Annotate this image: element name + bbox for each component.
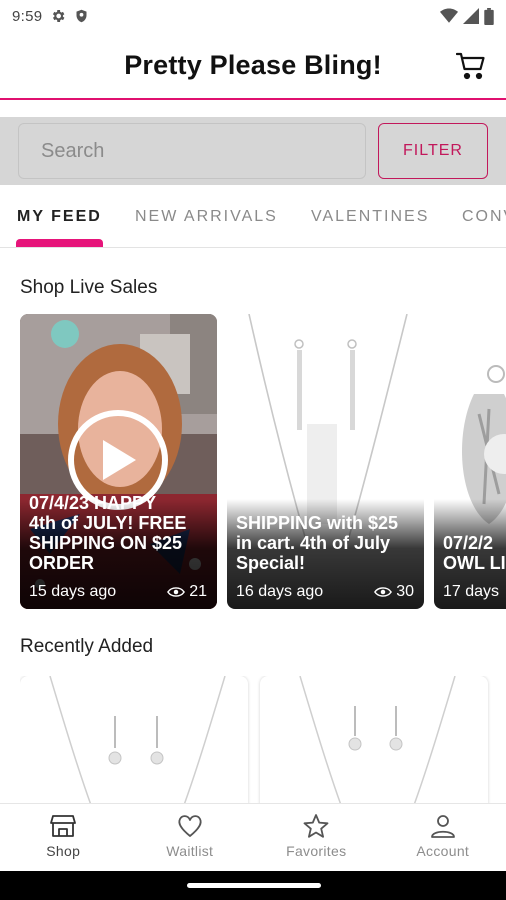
live-sale-card[interactable]: 07/2/2 OWL LI 17 days bbox=[434, 314, 506, 609]
product-image bbox=[299, 676, 456, 806]
view-count-value: 21 bbox=[189, 583, 207, 600]
search-input[interactable] bbox=[18, 123, 366, 179]
battery-icon bbox=[484, 7, 494, 25]
view-count: 30 bbox=[374, 583, 414, 601]
feed-tabs: MY FEED NEW ARRIVALS VALENTINES CONV bbox=[0, 186, 506, 248]
live-sales-carousel[interactable]: 07/4/23 HAPPY 4th of JULY! FREE SHIPPING… bbox=[20, 314, 506, 610]
live-sale-card[interactable]: 07/4/23 HAPPY 4th of JULY! FREE SHIPPING… bbox=[20, 314, 217, 609]
cart-button[interactable] bbox=[454, 50, 488, 82]
view-count-value: 30 bbox=[396, 583, 414, 600]
cellular-signal-icon bbox=[463, 8, 479, 24]
active-tab-indicator bbox=[16, 239, 103, 247]
product-card[interactable] bbox=[20, 676, 248, 806]
live-sale-age: 16 days ago bbox=[236, 583, 324, 600]
heart-icon bbox=[178, 815, 202, 837]
nav-account[interactable]: Account bbox=[380, 804, 506, 871]
nav-shop-label: Shop bbox=[46, 843, 81, 859]
play-icon bbox=[103, 440, 136, 480]
star-icon bbox=[303, 814, 329, 838]
nav-favorites[interactable]: Favorites bbox=[253, 804, 380, 871]
section-heading-recently-added: Recently Added bbox=[20, 636, 154, 657]
section-heading-live-sales: Shop Live Sales bbox=[20, 277, 158, 298]
live-sale-age: 15 days ago bbox=[29, 583, 117, 600]
tab-valentines[interactable]: VALENTINES bbox=[311, 208, 429, 226]
live-sale-age: 17 days bbox=[443, 583, 500, 600]
bottom-navigation: Shop Waitlist Favorites Account bbox=[0, 803, 506, 871]
status-time: 9:59 bbox=[12, 7, 43, 25]
tab-new-arrivals[interactable]: NEW ARRIVALS bbox=[135, 208, 278, 226]
eye-icon bbox=[167, 587, 186, 597]
nav-favorites-label: Favorites bbox=[286, 843, 347, 859]
nav-waitlist[interactable]: Waitlist bbox=[127, 804, 254, 871]
recently-added-carousel[interactable] bbox=[20, 676, 506, 806]
shield-icon bbox=[76, 9, 87, 23]
tab-my-feed[interactable]: MY FEED bbox=[17, 208, 102, 226]
page-title: Pretty Please Bling! bbox=[124, 49, 382, 80]
nav-shop[interactable]: Shop bbox=[0, 804, 127, 871]
gear-icon bbox=[53, 10, 65, 22]
system-navigation-bar bbox=[0, 871, 506, 900]
live-sale-title: 07/2/2 OWL LI bbox=[443, 533, 506, 573]
live-sale-title: 07/4/23 HAPPY 4th of JULY! FREE SHIPPING… bbox=[29, 493, 187, 573]
cart-icon bbox=[456, 52, 485, 80]
live-sale-title: SHIPPING with $25 in cart. 4th of July S… bbox=[236, 513, 399, 573]
product-card[interactable] bbox=[260, 676, 488, 806]
status-bar: 9:59 bbox=[0, 0, 506, 32]
nav-waitlist-label: Waitlist bbox=[166, 843, 214, 859]
eye-icon bbox=[374, 587, 393, 597]
filter-button[interactable]: FILTER bbox=[378, 123, 488, 179]
search-bar: FILTER bbox=[0, 117, 506, 185]
wifi-icon bbox=[440, 8, 458, 23]
view-count: 21 bbox=[167, 583, 207, 601]
app-header: Pretty Please Bling! bbox=[0, 32, 506, 100]
home-gesture-handle[interactable] bbox=[187, 883, 321, 888]
tab-conv[interactable]: CONV bbox=[462, 208, 506, 226]
live-sale-card[interactable]: SHIPPING with $25 in cart. 4th of July S… bbox=[227, 314, 424, 609]
person-icon bbox=[430, 815, 455, 838]
store-icon bbox=[50, 815, 77, 837]
nav-account-label: Account bbox=[416, 843, 470, 859]
product-image bbox=[49, 676, 226, 806]
